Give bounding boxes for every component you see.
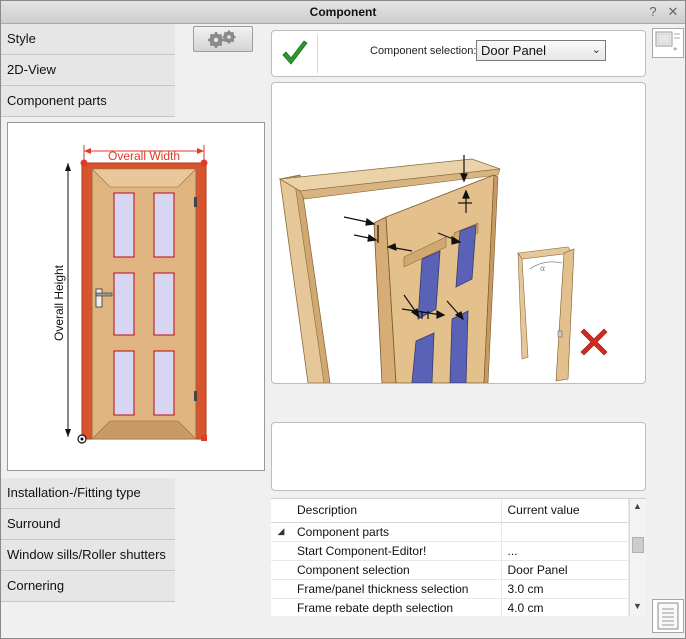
header-description[interactable]: Description (291, 499, 502, 523)
toolbar-divider (317, 35, 318, 73)
component-selection-label: Component selection: (370, 45, 477, 57)
row-value[interactable]: ... (501, 541, 629, 561)
overall-height-label: Overall Height (52, 264, 66, 341)
component-selection-dropdown[interactable]: Door Panel ⌄ (476, 40, 606, 61)
left-panel-bottom: Installation-/Fitting type Surround Wind… (1, 478, 175, 602)
settings-button[interactable] (193, 26, 253, 52)
group-label: Component parts (291, 522, 502, 542)
title-bar: Component ? ✕ (1, 1, 685, 24)
help-icon[interactable]: ? (646, 5, 660, 19)
view-toggle-icon[interactable]: » (652, 28, 684, 58)
scroll-up-icon[interactable]: ▲ (633, 501, 642, 511)
table-row[interactable]: Frame/panel thickness selection 3.0 cm (271, 579, 629, 599)
section-style[interactable]: Style (1, 24, 175, 55)
close-icon[interactable]: ✕ (666, 5, 680, 19)
scroll-thumb[interactable] (632, 537, 644, 553)
checkmark-icon[interactable] (280, 38, 310, 70)
table-row[interactable]: Start Component-Editor! ... (271, 541, 629, 561)
property-grid: Description Current value ◢ Component pa… (271, 498, 646, 616)
gear-icon (208, 30, 236, 48)
section-installation-type[interactable]: Installation-/Fitting type (1, 478, 175, 509)
door-2d-preview: Overall Width Overall Height (7, 122, 265, 471)
left-panel: Style 2D-View Component parts (1, 24, 175, 117)
row-description: Frame/panel thickness selection (291, 579, 502, 599)
header-current-value[interactable]: Current value (501, 499, 629, 523)
section-window-sills[interactable]: Window sills/Roller shutters (1, 540, 175, 571)
section-surround[interactable]: Surround (1, 509, 175, 540)
table-row[interactable]: Component selection Door Panel (271, 560, 629, 580)
section-2d-view[interactable]: 2D-View (1, 55, 175, 86)
row-value[interactable]: 4.0 cm (501, 598, 629, 616)
scroll-down-icon[interactable]: ▼ (633, 601, 642, 611)
row-description: Frame rebate depth selection (291, 598, 502, 616)
window-title: Component (309, 5, 377, 19)
row-description: Start Component-Editor! (291, 541, 502, 561)
info-panel (271, 422, 646, 491)
table-header-row: Description Current value (271, 499, 629, 523)
grid-scrollbar[interactable]: ▲ ▼ (629, 499, 646, 616)
group-row[interactable]: ◢ Component parts (271, 522, 629, 542)
svg-text:»: » (673, 45, 677, 53)
row-description: Component selection (291, 560, 502, 580)
door-3d-drawing: α (278, 155, 608, 383)
group-value (501, 522, 629, 542)
remove-x-icon[interactable] (580, 328, 608, 356)
section-component-parts[interactable]: Component parts (1, 86, 175, 117)
row-value[interactable]: Door Panel (501, 560, 629, 580)
overall-width-label: Overall Width (108, 149, 180, 163)
component-toolbar: Component selection: Door Panel ⌄ (271, 30, 646, 77)
notes-icon[interactable] (652, 599, 684, 633)
door-elevation-drawing: Overall Width Overall Height (52, 145, 208, 444)
section-cornering[interactable]: Cornering (1, 571, 175, 602)
expand-triangle-icon[interactable]: ◢ (271, 522, 291, 542)
svg-text:α: α (540, 264, 545, 273)
header-spacer (271, 499, 291, 523)
door-3d-view: α (271, 82, 646, 384)
row-value[interactable]: 3.0 cm (501, 579, 629, 599)
component-selection-value: Door Panel (481, 43, 547, 58)
component-window: Component ? ✕ Style 2D-View Component pa… (0, 0, 686, 639)
chevron-down-icon: ⌄ (591, 44, 601, 56)
property-table: Description Current value ◢ Component pa… (271, 499, 629, 616)
table-row[interactable]: Frame rebate depth selection 4.0 cm (271, 598, 629, 616)
